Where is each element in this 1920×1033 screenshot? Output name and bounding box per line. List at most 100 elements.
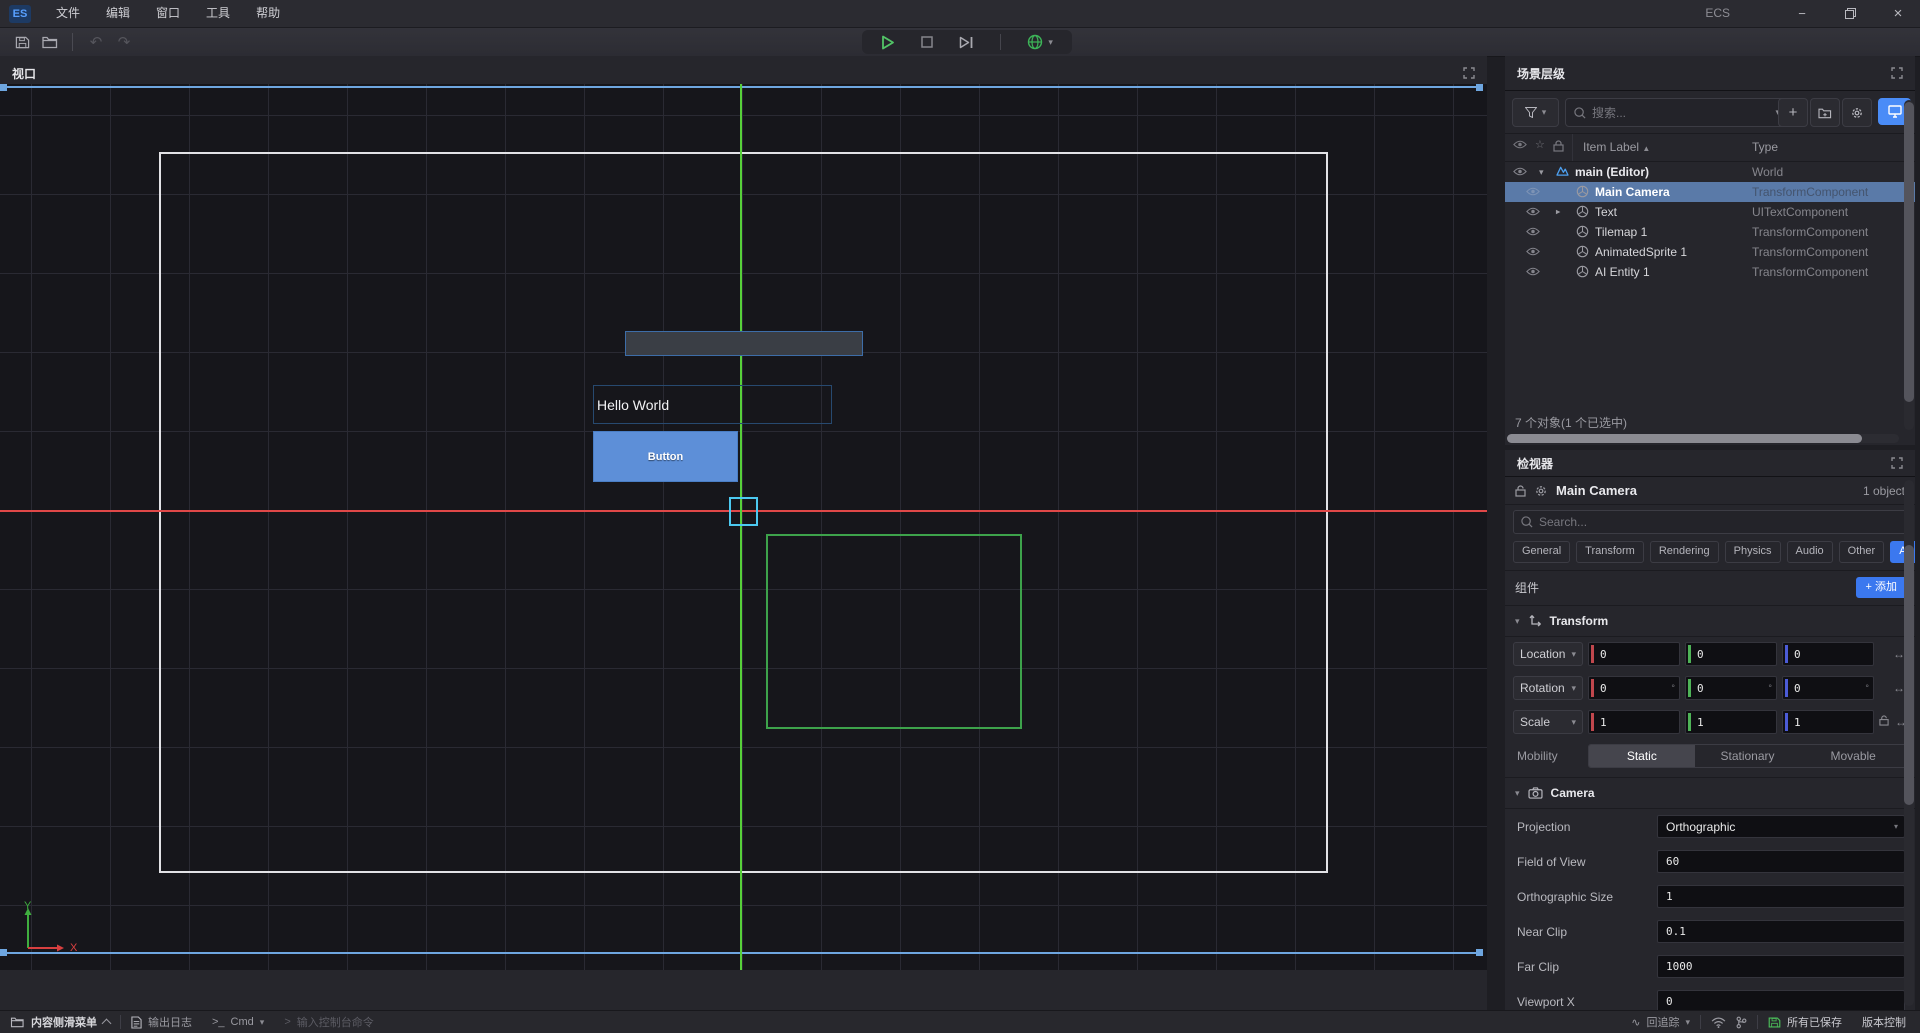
tab-general[interactable]: General [1513, 541, 1570, 563]
lock-icon[interactable] [1879, 715, 1889, 726]
open-button[interactable] [38, 31, 62, 53]
far-clip-input[interactable]: 1000 [1657, 955, 1905, 978]
save-status[interactable]: 所有已保存 [1758, 1011, 1852, 1033]
app-logo[interactable]: ES [9, 5, 31, 23]
list-item-main-camera[interactable]: Main Camera TransformComponent [1505, 182, 1915, 202]
menu-edit[interactable]: 编辑 [93, 0, 143, 27]
column-item-label[interactable]: Item Label [1583, 140, 1639, 154]
near-clip-input[interactable]: 0.1 [1657, 920, 1905, 943]
location-z-field[interactable]: 0 [1782, 642, 1874, 666]
selection-handle[interactable] [1476, 84, 1483, 91]
list-item-tilemap[interactable]: Tilemap 1 TransformComponent [1505, 222, 1915, 242]
tab-transform[interactable]: Transform [1576, 541, 1644, 563]
version-control-button[interactable]: 版本控制 [1852, 1011, 1920, 1033]
visibility-eye-icon[interactable] [1526, 267, 1540, 276]
ui-panel-element[interactable] [625, 331, 863, 356]
save-button[interactable] [10, 31, 34, 53]
near-clip-field: Near Clip 0.1 [1505, 914, 1915, 949]
scale-x-field[interactable]: 1 [1588, 710, 1680, 734]
list-item-text[interactable]: ▾ Text UITextComponent [1505, 202, 1915, 222]
lock-icon[interactable] [1515, 485, 1526, 497]
scale-z-field[interactable]: 1 [1782, 710, 1874, 734]
mobility-movable[interactable]: Movable [1800, 745, 1906, 767]
stop-button[interactable] [921, 36, 933, 48]
run-target-dropdown[interactable]: ▾ [1027, 34, 1053, 50]
location-x-field[interactable]: 0 [1588, 642, 1680, 666]
expand-icon[interactable] [1891, 67, 1903, 79]
expand-icon[interactable] [1463, 67, 1475, 79]
selection-handle[interactable] [1476, 949, 1483, 956]
column-type[interactable]: Type [1752, 140, 1778, 154]
expand-icon[interactable] [1891, 457, 1903, 469]
rotation-y-field[interactable]: 0° [1685, 676, 1777, 700]
field-of-view-input[interactable]: 60 [1657, 850, 1905, 873]
rotation-x-field[interactable]: 0° [1588, 676, 1680, 700]
horizontal-scrollbar[interactable] [1507, 434, 1899, 443]
list-item-main[interactable]: ▾ main (Editor) World [1505, 162, 1915, 182]
undo-button[interactable]: ↶ [84, 31, 108, 53]
visibility-eye-icon[interactable] [1526, 187, 1540, 196]
list-item-animatedsprite[interactable]: AnimatedSprite 1 TransformComponent [1505, 242, 1915, 262]
chevron-down-icon[interactable]: ▾ [1539, 162, 1544, 182]
scrollbar-thumb[interactable] [1904, 102, 1914, 402]
tab-audio[interactable]: Audio [1787, 541, 1833, 563]
visibility-eye-icon[interactable] [1526, 207, 1540, 216]
visibility-eye-icon[interactable] [1526, 227, 1540, 236]
cmd-dropdown[interactable]: >_ Cmd ▾ [202, 1011, 274, 1033]
origin-marker[interactable] [729, 497, 758, 526]
scrollbar-thumb[interactable] [1507, 434, 1862, 443]
gear-icon[interactable] [1534, 484, 1548, 498]
tab-other[interactable]: Other [1839, 541, 1885, 563]
viewport-x-input[interactable]: 0 [1657, 990, 1905, 1010]
orthographic-size-input[interactable]: 1 [1657, 885, 1905, 908]
scale-y-field[interactable]: 1 [1685, 710, 1777, 734]
location-y-field[interactable]: 0 [1685, 642, 1777, 666]
selection-handle[interactable] [0, 949, 7, 956]
search-input[interactable]: 搜索... ▾ [1565, 98, 1789, 127]
menu-tools[interactable]: 工具 [193, 0, 243, 27]
settings-button[interactable] [1842, 98, 1872, 127]
network-status-button[interactable] [1701, 1011, 1736, 1033]
output-log-button[interactable]: 输出日志 [121, 1011, 202, 1033]
rotation-z-field[interactable]: 0° [1782, 676, 1874, 700]
content-drawer-button[interactable]: 内容侧滑菜单 [0, 1011, 120, 1033]
redo-button[interactable]: ↷ [112, 31, 136, 53]
new-folder-button[interactable] [1810, 98, 1840, 127]
selection-handle[interactable] [0, 84, 7, 91]
step-button[interactable] [959, 36, 974, 49]
chevron-right-icon[interactable]: ▾ [1547, 210, 1567, 215]
filter-dropdown[interactable]: ▾ [1512, 98, 1559, 127]
ui-text-element[interactable]: Hello World [593, 385, 832, 424]
tab-physics[interactable]: Physics [1725, 541, 1781, 563]
console-input[interactable]: > 输入控制台命令 [274, 1011, 383, 1033]
camera-section-header[interactable]: ▾ Camera [1505, 777, 1915, 809]
location-dropdown[interactable]: Location▾ [1513, 642, 1583, 666]
list-item-ai-entity[interactable]: AI Entity 1 TransformComponent [1505, 262, 1915, 282]
play-button[interactable] [881, 35, 895, 50]
scrollbar-thumb[interactable] [1904, 545, 1914, 805]
menu-file[interactable]: 文件 [43, 0, 93, 27]
branch-button[interactable] [1736, 1011, 1757, 1033]
ui-button-element[interactable]: Button [593, 431, 738, 482]
tab-rendering[interactable]: Rendering [1650, 541, 1719, 563]
scale-dropdown[interactable]: Scale▾ [1513, 710, 1583, 734]
add-entity-button[interactable]: + [1778, 98, 1808, 127]
vertical-scrollbar[interactable] [1904, 100, 1914, 430]
close-button[interactable]: × [1876, 0, 1920, 27]
mobility-stationary[interactable]: Stationary [1695, 745, 1801, 767]
menu-window[interactable]: 窗口 [143, 0, 193, 27]
scene-canvas[interactable]: Hello World Button Y X [0, 84, 1487, 970]
trace-dropdown[interactable]: ∿ 回追踪 ▾ [1621, 1011, 1700, 1033]
add-component-button[interactable]: + 添加 [1856, 577, 1908, 598]
minimize-button[interactable]: − [1780, 0, 1824, 27]
menu-help[interactable]: 帮助 [243, 0, 293, 27]
vertical-scrollbar[interactable] [1904, 480, 1914, 1006]
mobility-static[interactable]: Static [1589, 745, 1695, 767]
visibility-eye-icon[interactable] [1513, 167, 1527, 176]
inspector-search-input[interactable]: Search... [1513, 510, 1907, 534]
projection-dropdown[interactable]: Orthographic▾ [1657, 815, 1905, 838]
transform-section-header[interactable]: ▾ Transform [1505, 606, 1915, 637]
rotation-dropdown[interactable]: Rotation▾ [1513, 676, 1583, 700]
visibility-eye-icon[interactable] [1526, 247, 1540, 256]
maximize-button[interactable] [1828, 0, 1872, 27]
